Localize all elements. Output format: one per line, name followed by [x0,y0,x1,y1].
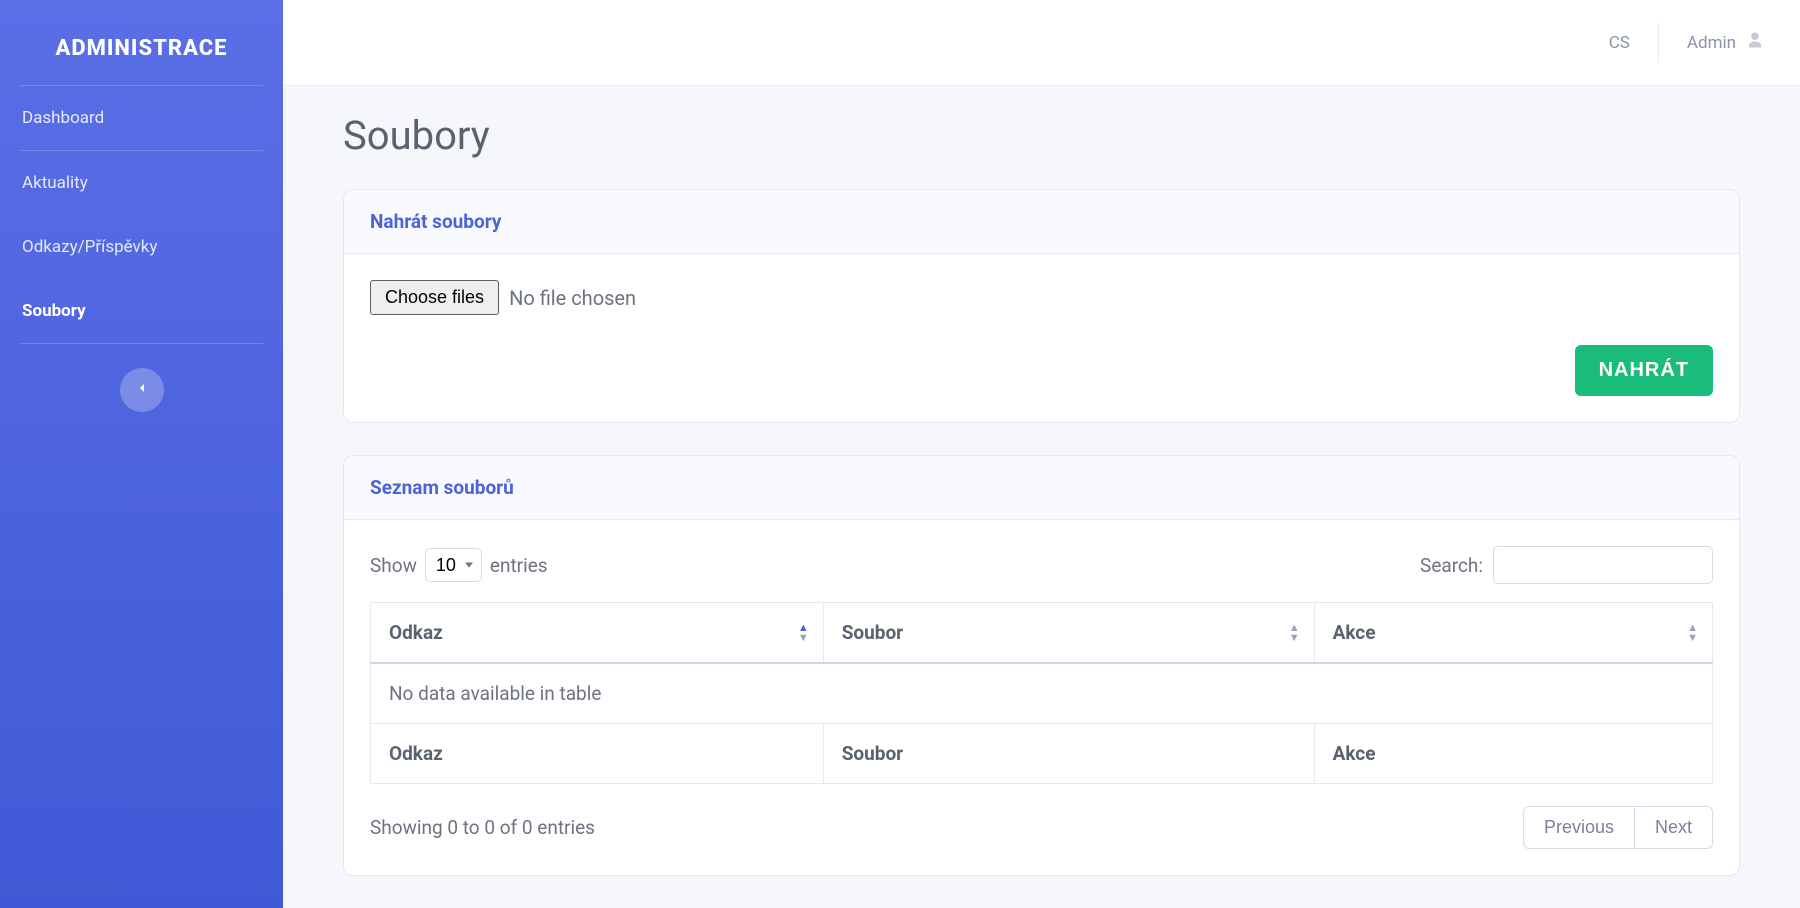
search-label: Search: [1420,554,1483,577]
divider [1658,23,1659,63]
list-card-header: Seznam souborů [344,456,1739,520]
chevron-left-icon [134,380,150,400]
upload-card-header: Nahrát soubory [344,190,1739,254]
pager-prev-button[interactable]: Previous [1523,806,1635,849]
user-icon [1746,31,1764,54]
col-header-odkaz[interactable]: Odkaz ▲▼ [371,603,824,664]
sidebar-item-dashboard[interactable]: Dashboard [0,86,283,150]
col-header-akce[interactable]: Akce ▲▼ [1314,603,1712,664]
sidebar-item-odkazy[interactable]: Odkazy/Příspěvky [0,215,283,279]
choose-files-button[interactable]: Choose files [370,280,499,315]
sort-icon: ▲▼ [1289,624,1300,642]
user-label: Admin [1687,33,1736,53]
upload-card: Nahrát soubory Choose files No file chos… [343,189,1740,423]
col-footer-soubor: Soubor [823,724,1314,784]
divider [20,343,263,344]
table-search-control: Search: [1420,546,1713,584]
col-footer-akce: Akce [1314,724,1712,784]
pager-next-button[interactable]: Next [1635,806,1713,849]
sidebar-item-aktuality[interactable]: Aktuality [0,151,283,215]
col-header-akce-label: Akce [1333,621,1376,644]
sidebar: ADMINISTRACE Dashboard Aktuality Odkazy/… [0,0,283,908]
upload-submit-button[interactable]: NAHRÁT [1575,345,1713,396]
table-length-control: Show 10 entries [370,548,548,582]
file-chosen-status: No file chosen [509,286,636,310]
col-header-soubor-label: Soubor [842,621,903,644]
list-card: Seznam souborů Show 10 entries [343,455,1740,876]
topbar: CS Admin [283,0,1800,86]
col-header-soubor[interactable]: Soubor ▲▼ [823,603,1314,664]
language-label: CS [1609,33,1630,53]
length-select[interactable]: 10 [425,548,482,582]
pager: Previous Next [1523,806,1713,849]
sidebar-collapse-button[interactable] [120,368,164,412]
page-title: Soubory [343,112,1740,159]
files-table: Odkaz ▲▼ Soubor ▲▼ Akce ▲▼ [370,602,1713,784]
col-header-odkaz-label: Odkaz [389,621,443,644]
brand-title: ADMINISTRACE [0,18,283,85]
sort-icon: ▲▼ [798,624,809,642]
sidebar-item-soubory[interactable]: Soubory [0,279,283,343]
col-footer-odkaz: Odkaz [371,724,824,784]
language-switch[interactable]: CS [1609,33,1630,53]
length-suffix: entries [490,554,548,577]
table-empty-row: No data available in table [371,663,1713,724]
sort-icon: ▲▼ [1687,624,1698,642]
table-empty-text: No data available in table [371,663,1713,724]
user-menu[interactable]: Admin [1687,31,1764,54]
table-info: Showing 0 to 0 of 0 entries [370,816,595,839]
length-prefix: Show [370,554,417,577]
content: Soubory Nahrát soubory Choose files No f… [283,86,1800,908]
file-input-row: Choose files No file chosen [370,280,1713,315]
search-input[interactable] [1493,546,1713,584]
